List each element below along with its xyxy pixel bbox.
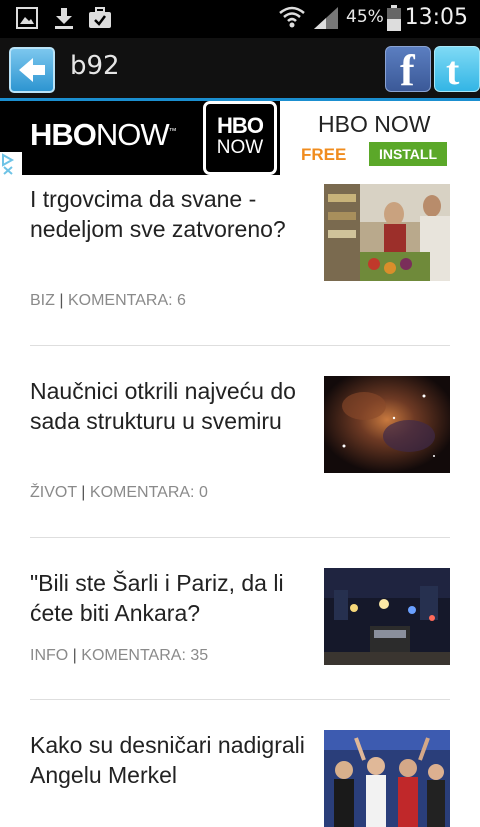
facebook-icon: f — [400, 46, 415, 95]
article-thumbnail-crowd — [324, 730, 450, 827]
article-title: Naučnici otkrili najveću do sada struktu… — [30, 378, 296, 434]
ad-wordmark-bold: HBO — [30, 117, 97, 152]
briefcase-icon — [89, 7, 111, 28]
ad-wordmark-tm: ™ — [168, 126, 177, 136]
ad-install-button[interactable]: INSTALL — [369, 142, 447, 166]
battery-icon — [387, 5, 401, 31]
article-thumbnail-nebula — [324, 376, 450, 473]
adchoices-button[interactable] — [0, 152, 22, 175]
meta-separator: | — [81, 484, 86, 501]
ad-app-logo: HBO NOW — [203, 101, 277, 175]
article-item[interactable]: Naučnici otkrili najveću do sada struktu… — [30, 376, 450, 516]
battery-percent: 45% — [346, 7, 384, 27]
ad-wordmark: HBONOW™ — [30, 117, 177, 153]
status-bar: 45% 13:05 — [0, 0, 480, 38]
article-comments: KOMENTARA: 6 — [67, 292, 186, 309]
article-category: BIZ — [30, 292, 55, 309]
download-icon — [55, 8, 73, 29]
article-thumbnail-night-scene — [324, 568, 450, 665]
article-comments: KOMENTARA: 0 — [89, 484, 208, 501]
article-category: ŽIVOT — [30, 484, 77, 501]
ad-wordmark-light: NOW — [95, 117, 170, 152]
article-meta: BIZ | KOMENTARA: 6 — [30, 292, 186, 310]
article-title: "Bili ste Šarli i Pariz, da li ćete biti… — [30, 570, 284, 626]
article-divider — [30, 537, 450, 538]
clock: 13:05 — [404, 5, 468, 30]
twitter-share-button[interactable]: t — [434, 46, 480, 93]
ad-price-label: FREE — [301, 145, 347, 164]
facebook-share-button[interactable]: f — [385, 46, 431, 95]
ad-info-panel: HBO NOW FREE INSTALL — [280, 101, 480, 175]
ad-logo-line1: HBO — [217, 113, 264, 138]
article-divider — [30, 345, 450, 346]
article-category: INFO — [30, 647, 69, 664]
app-title: b92 — [70, 51, 120, 81]
article-divider — [30, 699, 450, 700]
meta-separator: | — [72, 647, 77, 664]
adchoices-icon — [2, 153, 15, 175]
twitter-icon: t — [446, 48, 460, 93]
article-title: I trgovcima da svane - nedeljom sve zatv… — [30, 186, 286, 242]
meta-separator: | — [59, 292, 64, 309]
gallery-icon — [16, 7, 38, 29]
article-title: Kako su desničari nadigrali Angelu Merke… — [30, 732, 305, 788]
article-item[interactable]: "Bili ste Šarli i Pariz, da li ćete biti… — [30, 568, 450, 678]
signal-icon — [314, 7, 338, 29]
article-comments: KOMENTARA: 35 — [81, 647, 209, 664]
ad-banner[interactable]: HBONOW™ HBO NOW HBO NOW FREE INSTALL — [0, 101, 480, 175]
wifi-icon — [279, 6, 305, 28]
ad-app-name: HBO NOW — [318, 111, 431, 137]
article-item[interactable]: Kako su desničari nadigrali Angelu Merke… — [30, 730, 450, 827]
article-meta: INFO | KOMENTARA: 35 — [30, 647, 208, 665]
article-meta: ŽIVOT | KOMENTARA: 0 — [30, 484, 208, 502]
back-arrow-icon — [19, 58, 45, 82]
back-button[interactable] — [9, 47, 55, 93]
article-item[interactable]: I trgovcima da svane - nedeljom sve zatv… — [30, 184, 450, 324]
ad-logo-line2: NOW — [216, 137, 264, 158]
article-thumbnail-supermarket — [324, 184, 450, 281]
action-bar: b92 f t — [0, 38, 480, 98]
